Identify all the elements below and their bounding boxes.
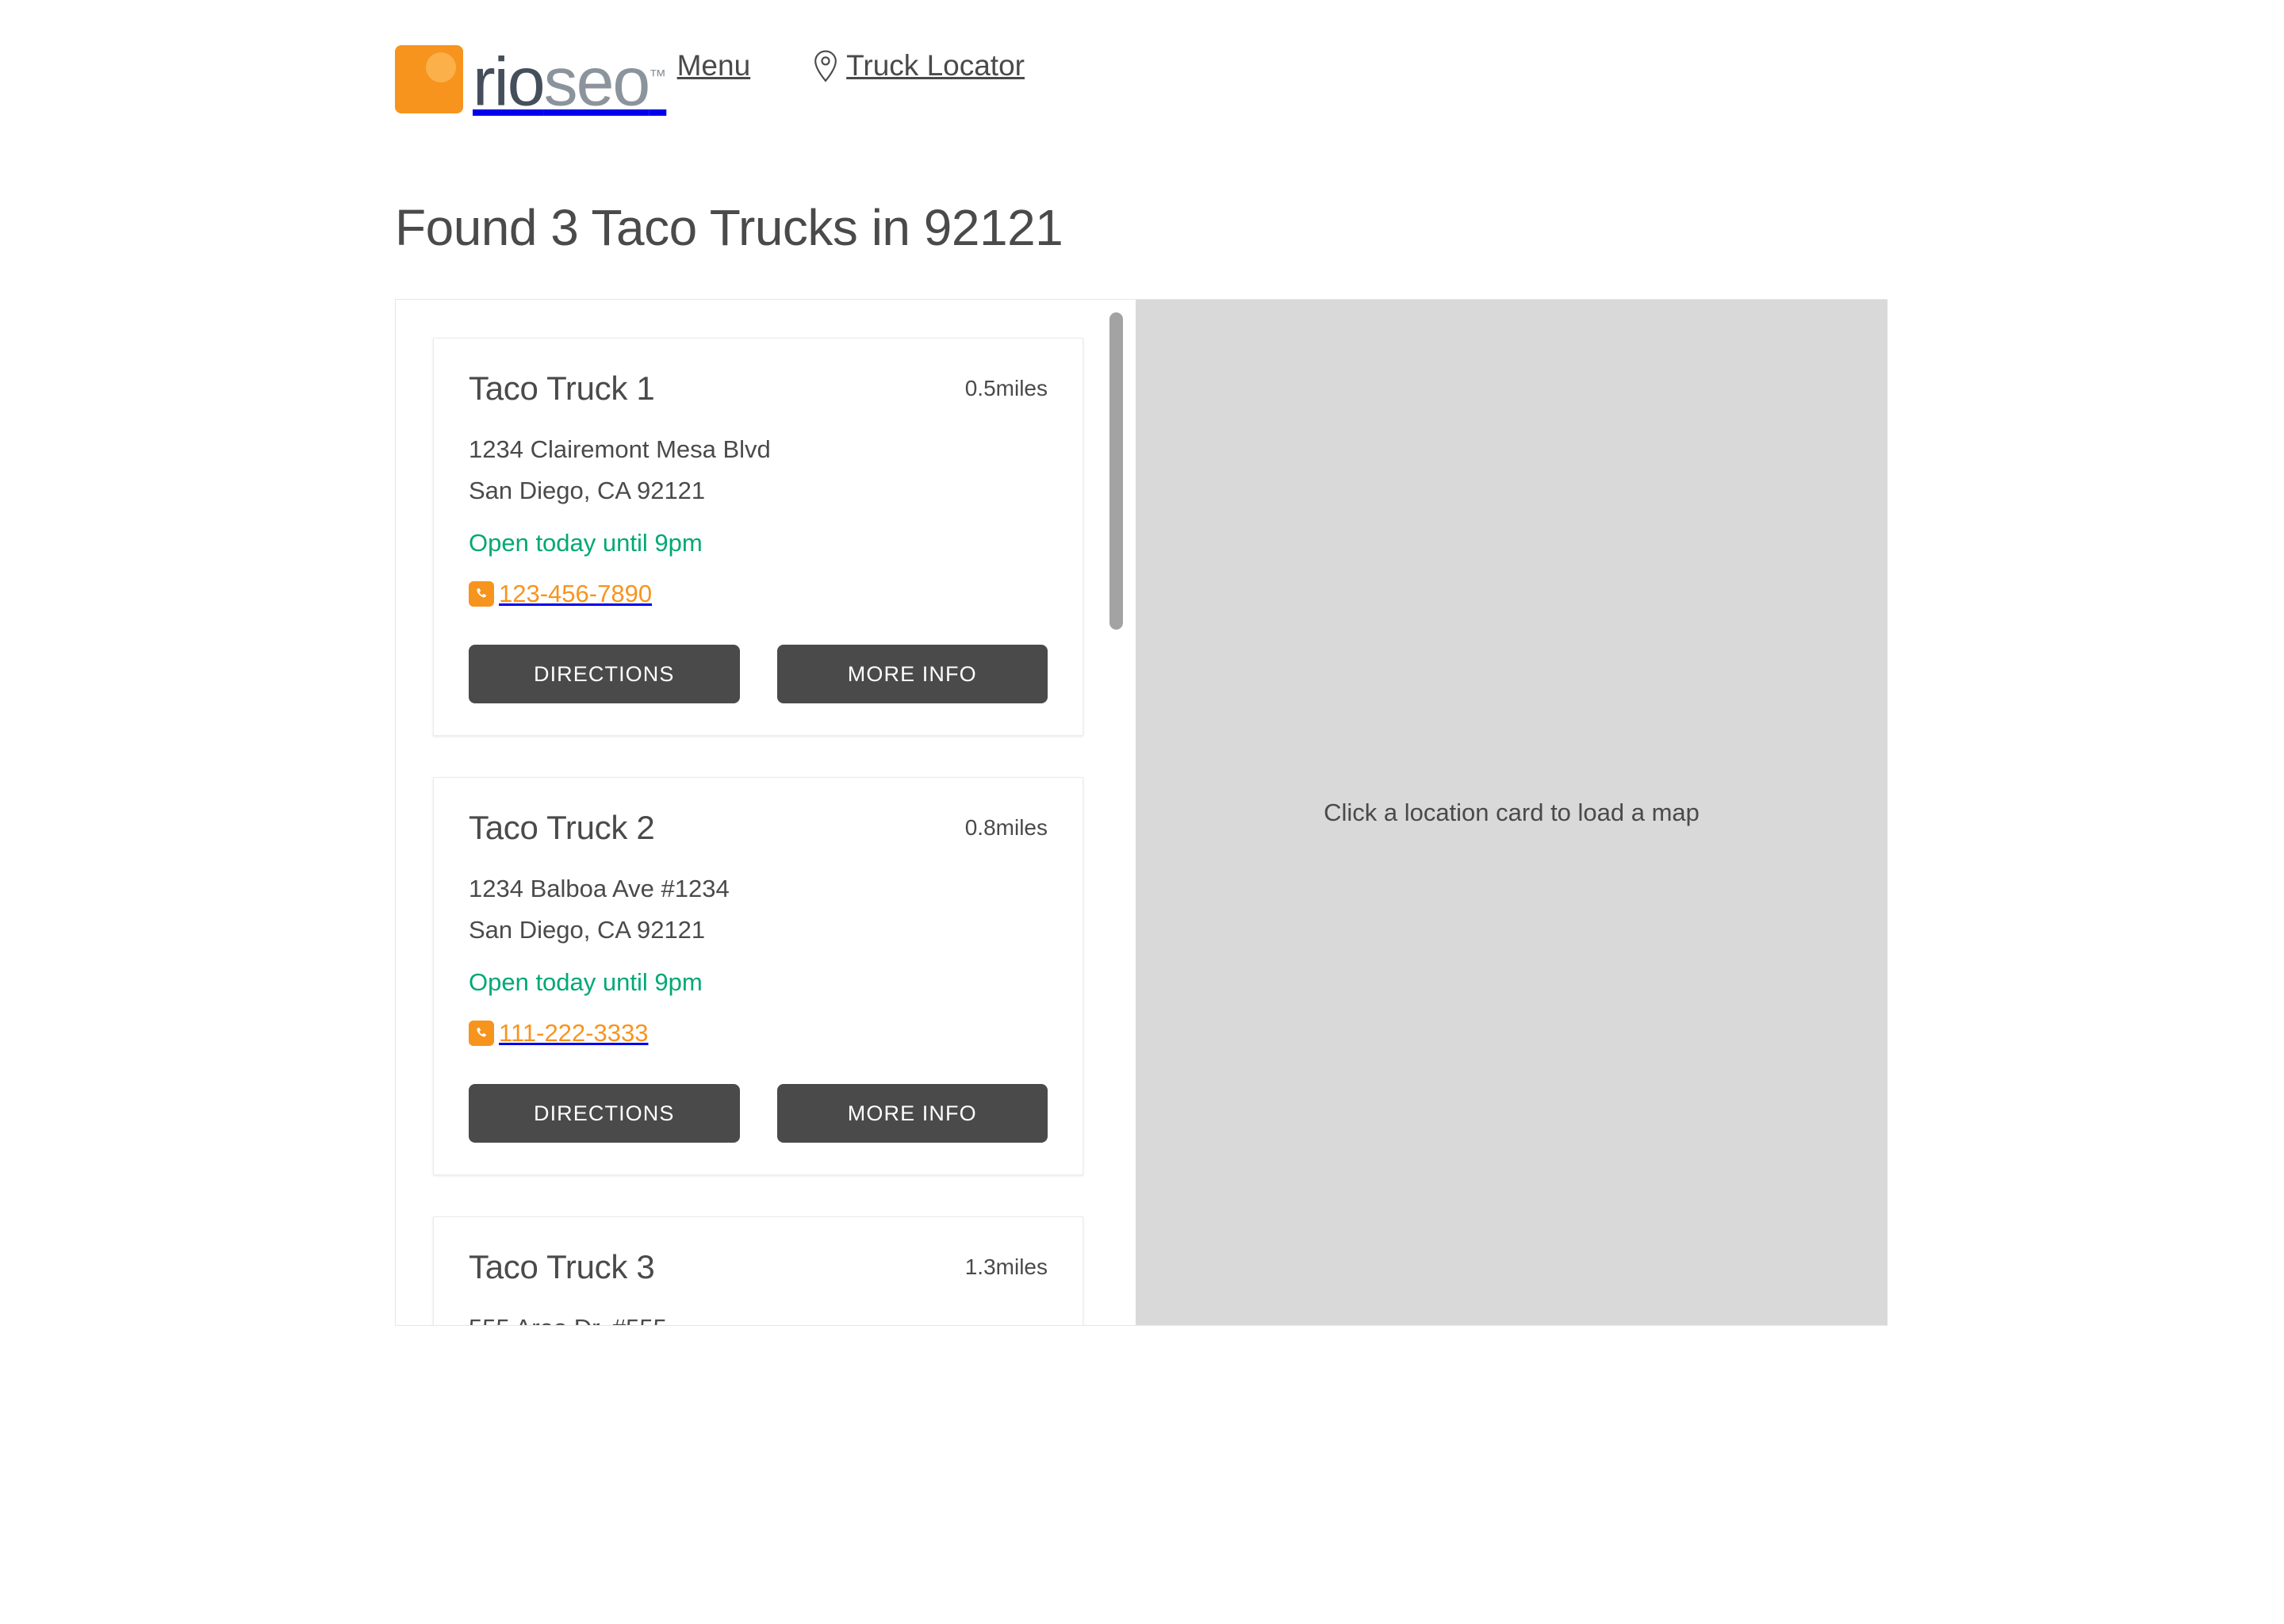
logo-trademark: ™ bbox=[649, 66, 667, 86]
location-address: 555 Areo Dr. #555 bbox=[469, 1308, 1048, 1325]
address-line-1: 555 Areo Dr. #555 bbox=[469, 1308, 1048, 1325]
location-card[interactable]: Taco Truck 2 0.8miles 1234 Balboa Ave #1… bbox=[433, 777, 1083, 1175]
logo-dot-icon bbox=[426, 52, 456, 82]
location-name: Taco Truck 3 bbox=[469, 1248, 655, 1285]
more-info-button[interactable]: MORE INFO bbox=[776, 645, 1048, 703]
phone-icon bbox=[469, 581, 494, 607]
site-header: rioseo™ Menu Truck Locator bbox=[0, 0, 2284, 159]
location-phone-link[interactable]: 111-222-3333 bbox=[469, 1017, 1048, 1049]
address-line-1: 1234 Balboa Ave #1234 bbox=[469, 875, 730, 902]
directions-button[interactable]: DIRECTIONS bbox=[469, 1084, 740, 1143]
address-line-1: 1234 Clairemont Mesa Blvd bbox=[469, 435, 771, 463]
nav-truck-locator-label: Truck Locator bbox=[846, 49, 1025, 82]
map-placeholder-text: Click a location card to load a map bbox=[1324, 798, 1700, 826]
locator-container: Taco Truck 1 0.5miles 1234 Clairemont Me… bbox=[395, 299, 1887, 1326]
location-list-panel[interactable]: Taco Truck 1 0.5miles 1234 Clairemont Me… bbox=[396, 300, 1126, 1325]
primary-nav: Menu Truck Locator bbox=[677, 49, 2284, 82]
location-distance: 1.3miles bbox=[964, 1254, 1048, 1279]
location-address: 1234 Balboa Ave #1234 San Diego, CA 9212… bbox=[469, 868, 1048, 951]
location-distance: 0.5miles bbox=[964, 376, 1048, 400]
location-phone-link[interactable]: 123-456-7890 bbox=[469, 578, 1048, 610]
location-card[interactable]: Taco Truck 1 0.5miles 1234 Clairemont Me… bbox=[433, 338, 1083, 736]
logo-wordmark: rioseo™ bbox=[473, 42, 666, 117]
location-distance: 0.8miles bbox=[964, 815, 1048, 840]
location-card-header: Taco Truck 1 0.5miles bbox=[469, 369, 1048, 408]
directions-button[interactable]: DIRECTIONS bbox=[469, 645, 740, 703]
location-hours: Open today until 9pm bbox=[469, 529, 703, 557]
phone-number: 123-456-7890 bbox=[499, 580, 653, 607]
more-info-button[interactable]: MORE INFO bbox=[776, 1084, 1048, 1143]
location-list: Taco Truck 1 0.5miles 1234 Clairemont Me… bbox=[396, 300, 1126, 1325]
location-card-actions: DIRECTIONS MORE INFO bbox=[469, 645, 1048, 703]
nav-item-menu[interactable]: Menu bbox=[677, 49, 751, 82]
map-panel[interactable]: Click a location card to load a map bbox=[1136, 300, 1887, 1325]
phone-icon bbox=[469, 1021, 494, 1046]
address-line-2: San Diego, CA 92121 bbox=[469, 477, 706, 504]
brand-logo[interactable]: rioseo™ bbox=[395, 40, 666, 119]
list-scrollbar-track[interactable] bbox=[1106, 300, 1126, 1325]
page-root: rioseo™ Menu Truck Locator Found 3 Taco … bbox=[0, 0, 2284, 1624]
logo-text-seo: seo bbox=[543, 44, 651, 121]
nav-item-truck-locator[interactable]: Truck Locator bbox=[812, 49, 1025, 82]
location-hours: Open today until 9pm bbox=[469, 968, 703, 996]
location-name: Taco Truck 2 bbox=[469, 809, 655, 846]
address-line-2: San Diego, CA 92121 bbox=[469, 916, 706, 944]
location-card-header: Taco Truck 2 0.8miles bbox=[469, 808, 1048, 848]
page-title: Found 3 Taco Trucks in 92121 bbox=[395, 199, 1063, 256]
phone-number: 111-222-3333 bbox=[499, 1019, 649, 1047]
map-pin-icon bbox=[812, 50, 839, 82]
location-card-header: Taco Truck 3 1.3miles bbox=[469, 1247, 1048, 1287]
list-scrollbar-thumb[interactable] bbox=[1109, 312, 1123, 630]
location-card[interactable]: Taco Truck 3 1.3miles 555 Areo Dr. #555 bbox=[433, 1216, 1083, 1325]
location-address: 1234 Clairemont Mesa Blvd San Diego, CA … bbox=[469, 429, 1048, 511]
rioseo-logo-mark bbox=[395, 45, 463, 113]
logo-text-rio: rio bbox=[473, 44, 546, 121]
location-name: Taco Truck 1 bbox=[469, 370, 655, 407]
nav-menu-label: Menu bbox=[676, 49, 751, 82]
location-card-actions: DIRECTIONS MORE INFO bbox=[469, 1084, 1048, 1143]
